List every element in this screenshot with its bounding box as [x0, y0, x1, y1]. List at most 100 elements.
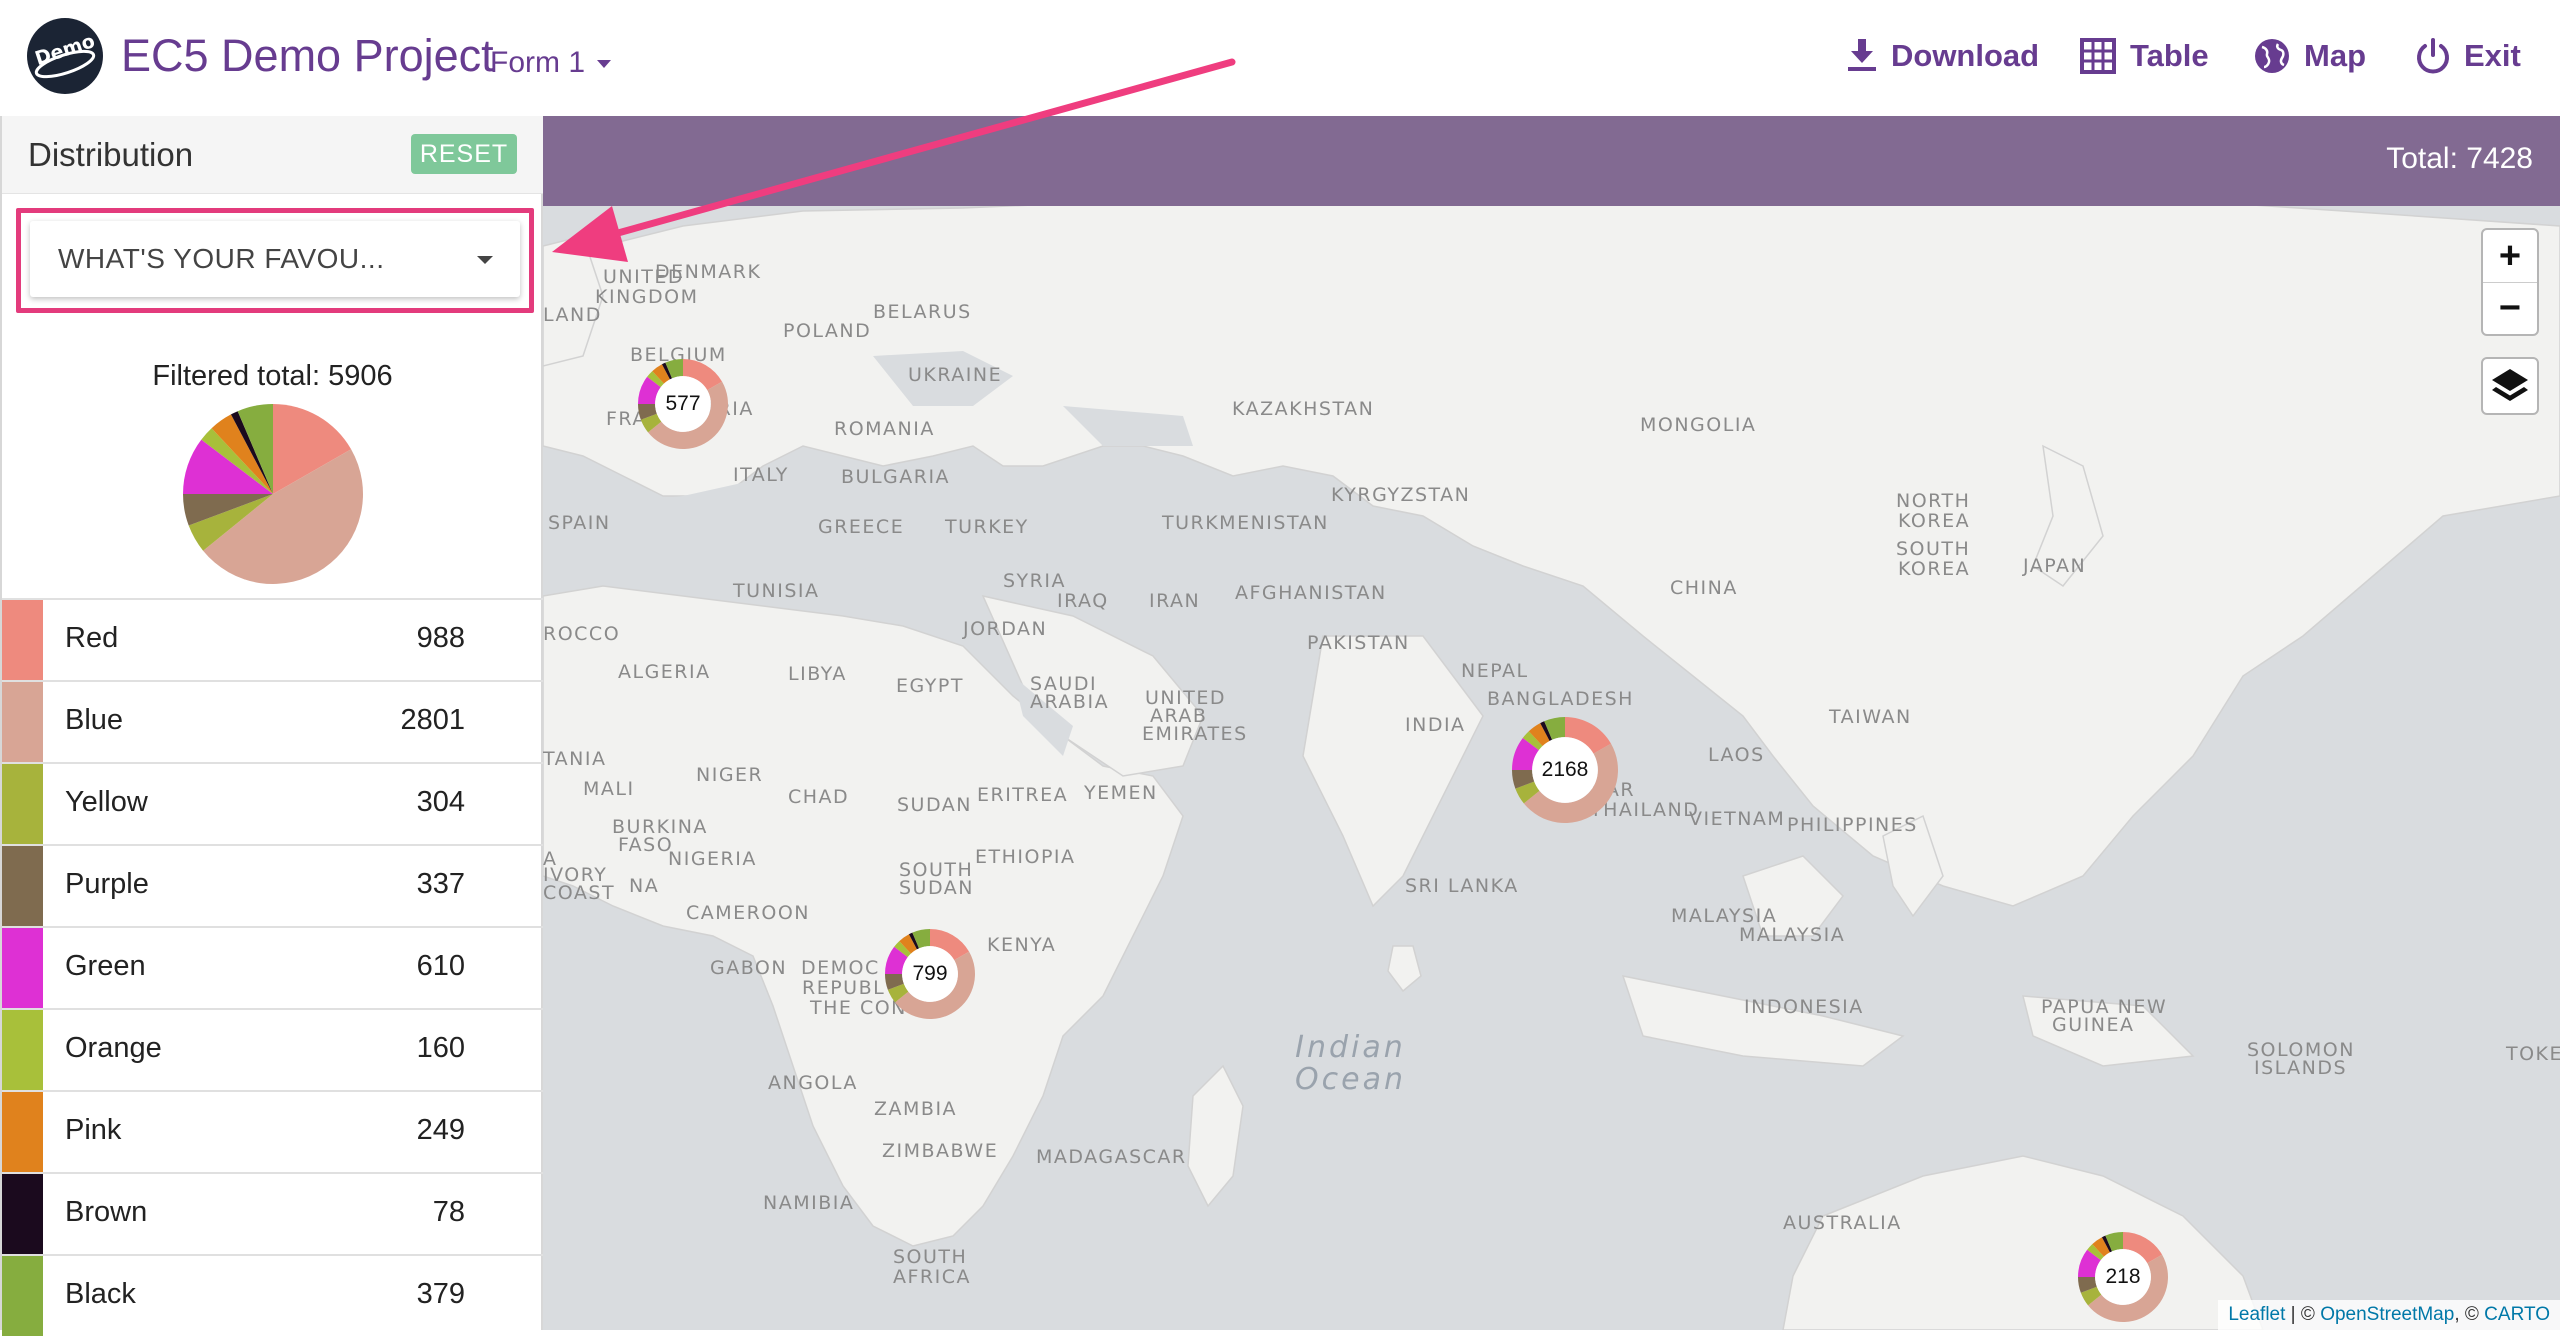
- map-country-label: FASO: [618, 834, 674, 856]
- layers-button[interactable]: [2481, 357, 2539, 415]
- map-country-label: INDIA: [1405, 714, 1466, 736]
- legend-row-brown[interactable]: Brown 78: [2, 1172, 543, 1254]
- map-country-label: SOUTH: [893, 1246, 968, 1268]
- download-button[interactable]: Download: [1847, 30, 2039, 82]
- reset-button[interactable]: RESET: [411, 134, 517, 174]
- carto-link[interactable]: CARTO: [2484, 1304, 2550, 1325]
- map-country-label: NIGER: [696, 764, 764, 786]
- legend-count: 78: [432, 1196, 465, 1228]
- map-country-label: UNITED: [603, 266, 684, 288]
- map-country-label: GABON: [710, 957, 788, 979]
- table-button[interactable]: Table: [2080, 30, 2209, 82]
- map-country-label: SYRIA: [1003, 570, 1066, 592]
- map-country-label: SOUTH: [1896, 538, 1971, 560]
- total-bar: Total: 7428: [543, 116, 2560, 206]
- legend-label: Brown: [65, 1196, 148, 1228]
- map-country-label: SPAIN: [548, 512, 611, 534]
- map-country-label: KOREA: [1898, 510, 1971, 532]
- legend-swatch: [2, 1174, 43, 1254]
- legend-label: Orange: [65, 1032, 162, 1064]
- map-country-label: VIETNAM: [1689, 808, 1786, 830]
- legend-row-pink[interactable]: Pink 249: [2, 1090, 543, 1172]
- legend-swatch: [2, 846, 43, 926]
- map-country-label: ROMANIA: [834, 418, 935, 440]
- map-country-label: KENYA: [987, 934, 1057, 956]
- map-country-label: DEMOC: [801, 957, 880, 979]
- map-country-label: ISLANDS: [2254, 1057, 2348, 1079]
- map-country-label: NA: [629, 875, 660, 897]
- globe-icon: [2255, 39, 2289, 73]
- map-country-label: SRI LANKA: [1405, 875, 1519, 897]
- map-country-label: JAPAN: [2023, 555, 2087, 577]
- question-dropdown-value: WHAT'S YOUR FAVOU...: [58, 243, 385, 274]
- power-icon: [2417, 38, 2449, 74]
- map-country-label: CHINA: [1670, 577, 1738, 599]
- layers-icon: [2492, 369, 2528, 401]
- exit-button[interactable]: Exit: [2416, 30, 2521, 82]
- map-country-label: ITALY: [733, 464, 789, 486]
- caret-down-icon: [597, 60, 612, 69]
- map-cluster[interactable]: 2168: [1511, 716, 1619, 824]
- legend-row-green[interactable]: Green 610: [2, 926, 543, 1008]
- question-dropdown[interactable]: WHAT'S YOUR FAVOU...: [30, 221, 520, 297]
- legend-swatch: [2, 682, 43, 762]
- map-country-label: TURKEY: [945, 516, 1029, 538]
- legend-label: Blue: [65, 704, 124, 736]
- total-count: Total: 7428: [2386, 142, 2533, 175]
- map-country-label: ARABIA: [1030, 691, 1110, 713]
- question-highlight: WHAT'S YOUR FAVOU...: [16, 208, 534, 313]
- legend-count: 610: [416, 950, 465, 982]
- map-country-label: PAKISTAN: [1307, 632, 1410, 654]
- ocean-label-line: Indian: [1295, 1030, 1406, 1065]
- legend-count: 379: [416, 1278, 465, 1310]
- map-attribution: Leaflet | © OpenStreetMap, © CARTO: [2218, 1300, 2560, 1330]
- zoom-in-button[interactable]: +: [2483, 230, 2537, 282]
- filtered-total: Filtered total: 5906: [152, 360, 393, 392]
- legend-count: 2801: [400, 704, 465, 736]
- form-selector[interactable]: Form 1: [490, 43, 612, 83]
- legend-list: Red 988 Blue 2801 Yellow 304 Purple 337 …: [2, 598, 543, 1336]
- legend-swatch: [2, 600, 43, 680]
- distribution-pie-chart: [183, 404, 364, 585]
- map-country-label: POLAND: [783, 320, 872, 342]
- legend-row-blue[interactable]: Blue 2801: [2, 680, 543, 762]
- exit-label: Exit: [2464, 38, 2521, 73]
- top-navbar: Demo EC5 Demo Project Form 1 Download Ta…: [0, 0, 2560, 116]
- map-country-label: SUDAN: [897, 794, 972, 816]
- openstreetmap-link[interactable]: OpenStreetMap: [2320, 1304, 2454, 1325]
- legend-count: 988: [416, 622, 465, 654]
- map-country-label: NAMIBIA: [763, 1192, 855, 1214]
- map-country-label: ALGERIA: [618, 661, 711, 683]
- zoom-out-button[interactable]: −: [2483, 282, 2537, 334]
- map-view[interactable]: Total: 7428 DENMARK UNITED KINGDOM LAND BELA…: [543, 116, 2560, 1330]
- map-country-label: BULGARIA: [841, 466, 951, 488]
- download-label: Download: [1891, 38, 2040, 73]
- dropdown-caret-icon: [477, 256, 493, 264]
- distribution-sidebar: Distribution RESET WHAT'S YOUR FAVOU... …: [0, 116, 543, 1336]
- leaflet-link[interactable]: Leaflet: [2228, 1304, 2285, 1325]
- map-cluster[interactable]: 577: [637, 358, 729, 450]
- legend-row-black[interactable]: Black 379: [2, 1254, 543, 1336]
- project-logo[interactable]: Demo: [27, 18, 103, 94]
- map-country-label: BANGLADESH: [1487, 688, 1634, 710]
- cluster-count: 799: [912, 962, 948, 985]
- legend-row-purple[interactable]: Purple 337: [2, 844, 543, 926]
- map-country-label: ZIMBABWE: [882, 1140, 999, 1162]
- map-country-label: TAIWAN: [1829, 706, 1912, 728]
- legend-row-red[interactable]: Red 988: [2, 598, 543, 680]
- project-title[interactable]: EC5 Demo Project: [121, 26, 494, 86]
- zoom-control: + −: [2481, 228, 2539, 336]
- map-label: Map: [2304, 38, 2366, 73]
- map-country-label: REPUBL: [802, 977, 886, 999]
- table-icon: [2080, 38, 2116, 74]
- legend-row-orange[interactable]: Orange 160: [2, 1008, 543, 1090]
- map-country-label: NEPAL: [1461, 660, 1529, 682]
- legend-row-yellow[interactable]: Yellow 304: [2, 762, 543, 844]
- legend-count: 337: [416, 868, 465, 900]
- map-country-label: TURKMENISTAN: [1162, 512, 1329, 534]
- map-cluster[interactable]: 799: [884, 928, 976, 1020]
- map-button[interactable]: Map: [2254, 30, 2366, 82]
- map-country-label: YEMEN: [1084, 782, 1158, 804]
- map-country-label: TOKE: [2506, 1043, 2560, 1065]
- map-cluster[interactable]: 218: [2077, 1231, 2169, 1323]
